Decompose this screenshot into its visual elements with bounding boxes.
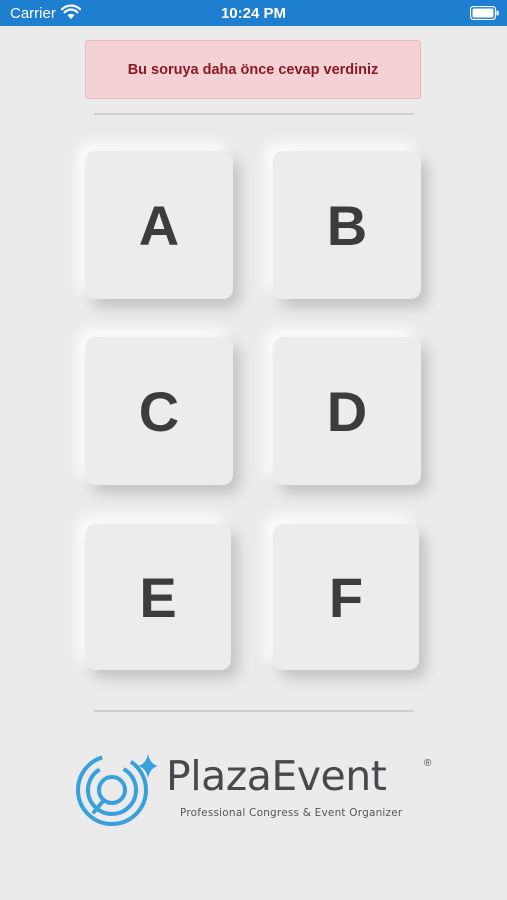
battery-icon — [470, 6, 499, 20]
option-c-button[interactable]: C — [85, 337, 233, 485]
brand-name: PlazaEvent — [166, 752, 387, 800]
option-e-button[interactable]: E — [85, 524, 231, 670]
clock: 10:24 PM — [220, 5, 287, 22]
status-bar: Carrier 10:24 PM — [0, 0, 507, 26]
option-b-button[interactable]: B — [273, 151, 421, 299]
option-a-button[interactable]: A — [85, 151, 233, 299]
already-answered-alert: Bu soruya daha önce cevap verdiniz — [85, 40, 421, 99]
top-divider — [94, 113, 414, 115]
alert-message: Bu soruya daha önce cevap verdiniz — [127, 61, 379, 78]
option-d-button[interactable]: D — [273, 337, 421, 485]
brand-tagline: Professional Congress & Event Organizer — [180, 807, 403, 819]
plazaevent-logo-icon — [76, 754, 158, 826]
bottom-divider — [94, 710, 414, 712]
option-f-button[interactable]: F — [273, 524, 419, 670]
registered-mark: ® — [424, 758, 432, 769]
